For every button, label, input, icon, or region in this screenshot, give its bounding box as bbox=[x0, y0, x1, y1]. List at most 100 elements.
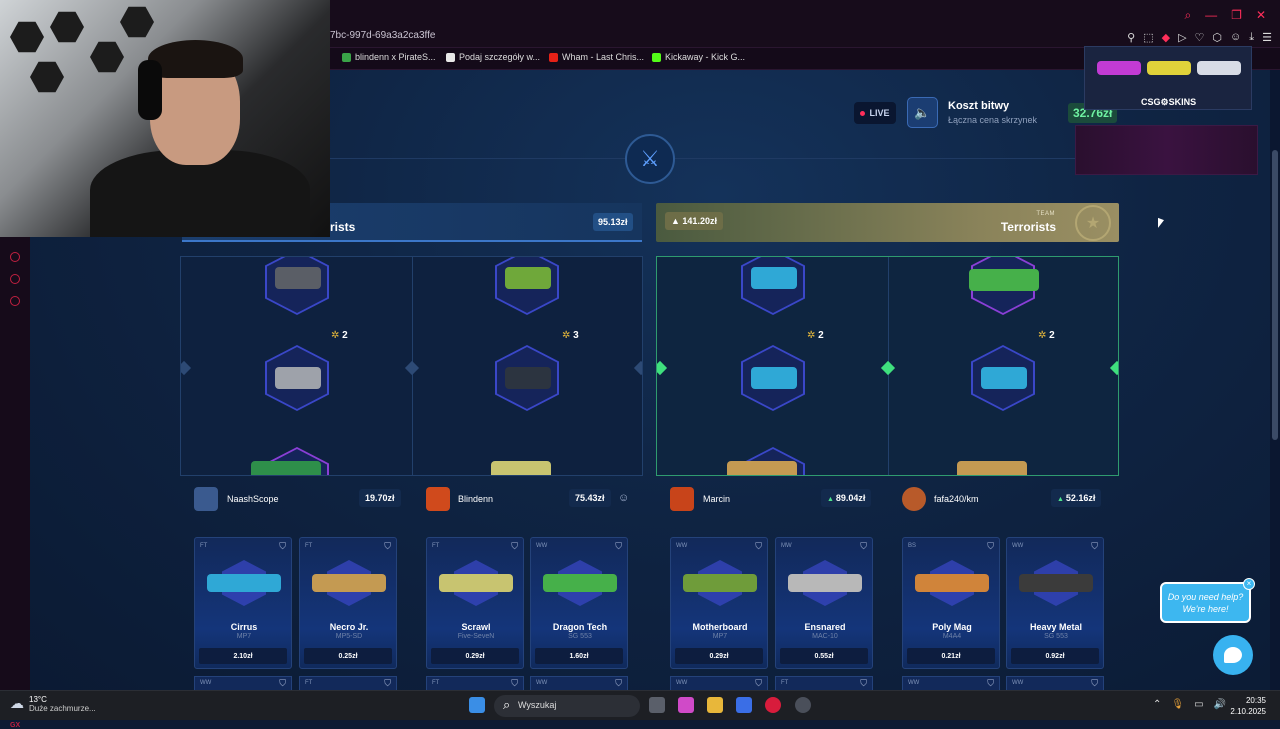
copilot-icon[interactable] bbox=[678, 697, 694, 713]
player-name[interactable]: NaashScope bbox=[227, 494, 279, 504]
item-price: 0.21zł bbox=[907, 648, 995, 664]
page-scrollbar[interactable] bbox=[1270, 70, 1280, 690]
cube-icon[interactable] bbox=[10, 274, 20, 284]
item-card[interactable]: BS ⛉ Poly Mag M4A4 0.21zł bbox=[902, 537, 1000, 669]
weather-widget[interactable]: ☁ 13°C Duże zachmurze... bbox=[10, 695, 96, 713]
item-card[interactable]: WW ⛉ bbox=[194, 676, 292, 690]
item-card[interactable]: FT ⛉ Necro Jr. MP5-SD 0.25zł bbox=[299, 537, 397, 669]
shield-icon[interactable]: ⛉ bbox=[1091, 541, 1098, 552]
item-wear: FT bbox=[432, 680, 440, 686]
heart-icon[interactable]: ♡ bbox=[1195, 31, 1205, 44]
scrollbar-thumb[interactable] bbox=[1272, 150, 1278, 440]
task-view-icon[interactable] bbox=[649, 697, 665, 713]
shield-icon[interactable]: ⛉ bbox=[860, 541, 867, 552]
file-explorer-icon[interactable] bbox=[707, 697, 723, 713]
live-badge: LIVE bbox=[854, 102, 896, 124]
windows-taskbar: ☁ 13°C Duże zachmurze... Wyszukaj ⌃ 🎙 ▭ … bbox=[0, 690, 1280, 720]
menu-icon[interactable]: ☰ bbox=[1262, 31, 1272, 44]
item-card[interactable]: WW ⛉ Dragon Tech SG 553 1.60zł bbox=[530, 537, 628, 669]
mouse-cursor bbox=[1158, 217, 1164, 231]
shield-icon[interactable]: ⛉ bbox=[511, 678, 518, 689]
item-wear: WW bbox=[536, 680, 548, 686]
play-icon[interactable]: ▷ bbox=[1178, 31, 1186, 44]
shield-icon[interactable]: ⛉ bbox=[755, 678, 762, 689]
shield-icon[interactable]: ⛉ bbox=[511, 541, 518, 552]
item-card[interactable]: WW ⛉ Heavy Metal SG 553 0.92zł bbox=[1006, 537, 1104, 669]
display-icon[interactable]: ▭ bbox=[1194, 699, 1203, 710]
shield-icon[interactable]: ⛉ bbox=[384, 541, 391, 552]
bookmark-item[interactable]: Kickaway - Kick G... bbox=[652, 52, 745, 62]
item-name: Cirrus bbox=[230, 622, 258, 632]
item-card[interactable]: FT ⛉ bbox=[426, 676, 524, 690]
windows-start-icon[interactable] bbox=[469, 697, 485, 713]
volume-icon[interactable]: 🔊 bbox=[1214, 699, 1226, 710]
team-left-value: 95.13zł bbox=[593, 213, 633, 231]
store-icon[interactable] bbox=[736, 697, 752, 713]
address-bar-url[interactable]: 7bc-997d-69a3a2ca3ffe bbox=[330, 30, 435, 41]
cloud-icon: ☁ bbox=[10, 695, 24, 711]
shield-icon[interactable]: ⛉ bbox=[987, 541, 994, 552]
item-card[interactable]: WW ⛉ bbox=[670, 676, 768, 690]
taskbar-search-input[interactable]: Wyszukaj bbox=[494, 695, 640, 717]
search-icon[interactable]: ⌕ bbox=[1184, 8, 1191, 23]
close-help-icon[interactable]: × bbox=[1243, 578, 1255, 590]
chevron-up-icon[interactable]: ⌃ bbox=[1153, 699, 1161, 710]
item-name: Dragon Tech bbox=[552, 622, 608, 632]
shield-icon[interactable]: ⛉ bbox=[615, 678, 622, 689]
pin-icon[interactable]: ⚲ bbox=[1127, 31, 1135, 44]
item-card[interactable]: FT ⛉ bbox=[299, 676, 397, 690]
taskbar-clock[interactable]: 20:35 2.10.2025 bbox=[1230, 695, 1266, 717]
maximize-icon[interactable]: ❐ bbox=[1231, 8, 1242, 23]
pocket-icon[interactable]: ◆ bbox=[1162, 31, 1170, 44]
reel-pointer bbox=[657, 360, 668, 376]
item-name: Scrawl bbox=[461, 622, 491, 632]
shield-icon[interactable]: ⛉ bbox=[279, 678, 286, 689]
shield-icon[interactable]: ⛉ bbox=[860, 678, 867, 689]
item-card[interactable]: FT ⛉ Scrawl Five-SeveN 0.29zł bbox=[426, 537, 524, 669]
profile-icon[interactable]: ☺ bbox=[1230, 31, 1241, 44]
reel-pointer bbox=[181, 360, 192, 376]
sound-toggle-button[interactable]: 🔈 bbox=[907, 97, 938, 128]
stream-overlay-banner bbox=[1075, 125, 1258, 175]
skin-image bbox=[312, 574, 386, 592]
player-name[interactable]: Marcin bbox=[703, 494, 730, 504]
team-left-name: rists bbox=[330, 220, 356, 234]
opera-gx-icon[interactable] bbox=[765, 697, 781, 713]
screenshot-icon[interactable]: ⬚ bbox=[1143, 31, 1153, 44]
extensions-icon[interactable]: ⬡ bbox=[1212, 31, 1222, 44]
close-icon[interactable]: ✕ bbox=[1256, 8, 1266, 23]
item-card[interactable]: WW ⛉ bbox=[902, 676, 1000, 690]
skin-image bbox=[491, 461, 551, 475]
microphone-icon[interactable]: 🎙 bbox=[1171, 699, 1184, 710]
multiplier-badge: ✲ 2 bbox=[807, 330, 824, 341]
wall-panel bbox=[30, 61, 64, 93]
chat-button[interactable] bbox=[1213, 635, 1253, 675]
item-wear: WW bbox=[676, 543, 688, 549]
item-card[interactable]: FT ⛉ Cirrus MP7 2.10zł bbox=[194, 537, 292, 669]
settings-icon[interactable] bbox=[10, 296, 20, 306]
emoji-icon[interactable]: ☺ bbox=[618, 492, 629, 504]
shield-icon[interactable]: ⛉ bbox=[384, 678, 391, 689]
bookmark-item[interactable]: blindenn x PirateS... bbox=[342, 52, 436, 62]
shield-icon[interactable]: ⛉ bbox=[615, 541, 622, 552]
multiplier-badge: ✲ 2 bbox=[1038, 330, 1055, 341]
item-card[interactable]: MW ⛉ Ensnared MAC-10 0.55zł bbox=[775, 537, 873, 669]
item-card[interactable]: WW ⛉ bbox=[530, 676, 628, 690]
help-bubble[interactable]: Do you need help? We're here! × bbox=[1160, 578, 1255, 623]
skin-image bbox=[1097, 61, 1141, 75]
download-icon[interactable]: ⤓ bbox=[1249, 31, 1254, 44]
minimize-icon[interactable]: — bbox=[1205, 8, 1217, 23]
bookmark-item[interactable]: Podaj szczegóły w... bbox=[446, 52, 540, 62]
item-card[interactable]: WW ⛉ bbox=[1006, 676, 1104, 690]
app-icon[interactable] bbox=[795, 697, 811, 713]
item-card[interactable]: FT ⛉ bbox=[775, 676, 873, 690]
shield-icon[interactable]: ⛉ bbox=[755, 541, 762, 552]
shield-icon[interactable]: ⛉ bbox=[987, 678, 994, 689]
item-card[interactable]: WW ⛉ Motherboard MP7 0.29zł bbox=[670, 537, 768, 669]
shield-icon[interactable]: ⛉ bbox=[279, 541, 286, 552]
bookmark-item[interactable]: Wham - Last Chris... bbox=[549, 52, 644, 62]
player-name[interactable]: fafa240/km bbox=[934, 494, 979, 504]
shield-icon[interactable]: ⛉ bbox=[1091, 678, 1098, 689]
clock-icon[interactable] bbox=[10, 252, 20, 262]
player-name[interactable]: Blindenn bbox=[458, 494, 493, 504]
